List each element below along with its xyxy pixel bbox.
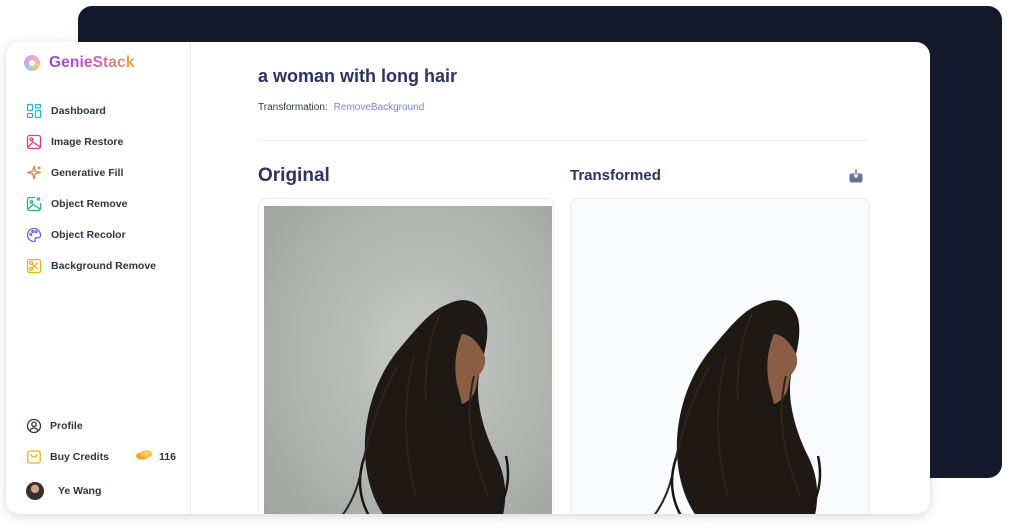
sidebar-item-object-remove[interactable]: Object Remove (26, 188, 156, 219)
download-icon (848, 169, 864, 188)
sidebar-item-image-restore[interactable]: Image Restore (26, 126, 156, 157)
logo-icon (24, 55, 40, 71)
coins-icon (135, 448, 153, 466)
sidebar-item-label: Object Recolor (51, 228, 126, 241)
user-name: Ye Wang (58, 485, 102, 497)
sidebar-item-dashboard[interactable]: Dashboard (26, 95, 156, 126)
app-name: GenieStack (49, 54, 135, 71)
transformed-image-frame (570, 198, 870, 514)
original-heading: Original (258, 165, 330, 186)
transformed-image (576, 206, 864, 514)
user-profile[interactable]: Ye Wang (26, 472, 176, 510)
sidebar-item-profile[interactable]: Profile (26, 410, 176, 441)
sidebar: GenieStack Dashboard Image Restore Gener… (6, 42, 191, 514)
transformed-heading: Transformed (570, 167, 661, 184)
original-image-frame (258, 198, 554, 514)
credits-balance: 116 (135, 448, 176, 466)
transformation-value[interactable]: RemoveBackground (334, 102, 425, 113)
bag-icon (26, 449, 42, 465)
main-content: a woman with long hair Transformation: R… (191, 42, 930, 514)
dashboard-icon (26, 103, 42, 119)
sidebar-nav: Dashboard Image Restore Generative Fill … (26, 95, 156, 281)
original-image (264, 206, 552, 514)
app-window: GenieStack Dashboard Image Restore Gener… (6, 42, 930, 514)
image-icon (26, 134, 42, 150)
sidebar-item-label: Dashboard (51, 104, 106, 117)
credits-count: 116 (159, 450, 176, 463)
woman-cutout (653, 300, 822, 514)
sidebar-item-label: Object Remove (51, 197, 128, 210)
sidebar-item-background-remove[interactable]: Background Remove (26, 250, 156, 281)
image-remove-icon (26, 196, 42, 212)
profile-label: Profile (50, 419, 83, 432)
sidebar-item-object-recolor[interactable]: Object Recolor (26, 219, 156, 250)
transformation-label: Transformation: (258, 102, 328, 113)
sidebar-item-generative-fill[interactable]: Generative Fill (26, 157, 156, 188)
sidebar-item-buy-credits[interactable]: Buy Credits 116 (26, 441, 176, 472)
woman-silhouette (341, 300, 510, 514)
logo[interactable]: GenieStack (24, 54, 134, 72)
stage: GenieStack Dashboard Image Restore Gener… (0, 0, 1016, 528)
user-circle-icon (26, 418, 42, 434)
sparkle-icon (26, 165, 42, 181)
scissors-icon (26, 258, 42, 274)
sidebar-item-label: Generative Fill (51, 166, 124, 179)
sidebar-footer: Profile Buy Credits 116 Ye Wang (26, 410, 176, 510)
page-title: a woman with long hair (258, 66, 458, 86)
divider (258, 140, 868, 141)
palette-icon (26, 227, 42, 243)
sidebar-item-label: Image Restore (51, 135, 124, 148)
transformation-info: Transformation: RemoveBackground (258, 102, 424, 113)
sidebar-item-label: Background Remove (51, 259, 157, 272)
buy-credits-label: Buy Credits (50, 450, 109, 463)
avatar (26, 482, 44, 500)
download-button[interactable] (848, 168, 864, 184)
